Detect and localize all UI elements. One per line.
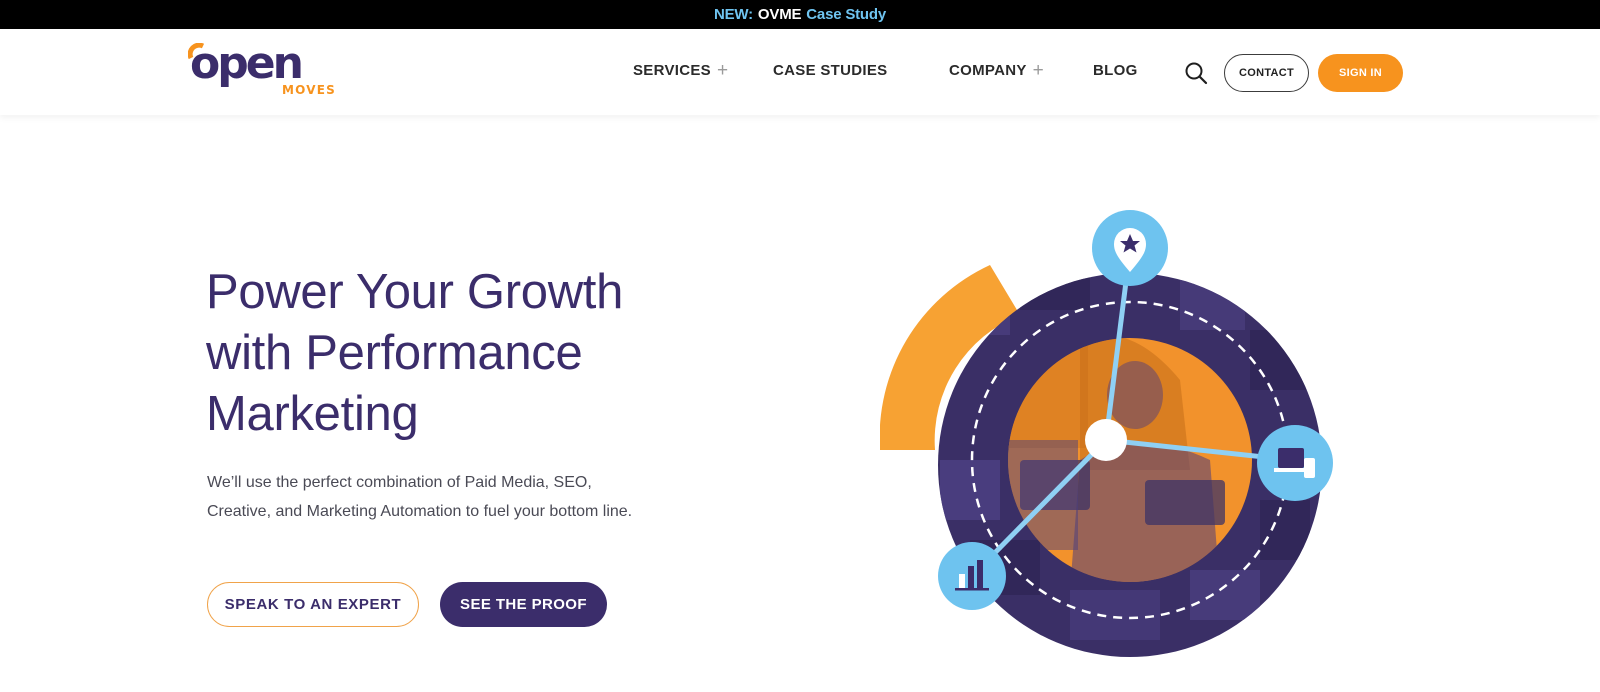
nav-item-label: CASE STUDIES (773, 62, 888, 79)
hero-subtitle-line: Creative, and Marketing Automation to fu… (207, 503, 633, 520)
hero-title-line: with Performance (206, 326, 583, 380)
nav-item-label: COMPANY (949, 62, 1027, 79)
devices-icon (1257, 425, 1333, 501)
plus-icon: + (1032, 60, 1045, 81)
location-star-icon (1092, 210, 1168, 286)
search-button[interactable] (1184, 61, 1208, 85)
center-hub (1085, 419, 1127, 461)
hero-title: Power Your Growth with Performance Marke… (206, 262, 726, 445)
speak-to-expert-button[interactable]: SPEAK TO AN EXPERT (207, 582, 419, 627)
announcement-link-rest: Case Study (806, 6, 886, 23)
logo-sub: MOVES (282, 83, 336, 97)
logo-word: open (190, 38, 304, 89)
nav-item-label: SERVICES (633, 62, 711, 79)
logo[interactable]: open MOVES (188, 38, 350, 99)
plus-icon: + (717, 60, 729, 81)
nav-item-case-studies[interactable]: CASE STUDIES (773, 62, 887, 79)
hero-title-line: Marketing (206, 387, 419, 441)
site-header: open MOVES SERVICES + CASE STUDIES COMPA… (0, 29, 1600, 115)
announcement-tag: NEW: (714, 6, 753, 23)
hero-subtitle: We’ll use the perfect combination of Pai… (207, 468, 677, 526)
search-icon (1185, 62, 1208, 85)
announcement-link-strong: OVME (757, 6, 802, 23)
hero-title-line: Power Your Growth (206, 265, 624, 319)
hero-illustration (880, 210, 1333, 657)
nav-item-company[interactable]: COMPANY + (949, 60, 1045, 81)
bar-chart-icon (938, 542, 1006, 610)
nav-item-label: BLOG (1093, 62, 1138, 79)
nav-item-blog[interactable]: BLOG (1093, 62, 1138, 79)
hero-subtitle-line: We’ll use the perfect combination of Pai… (207, 474, 592, 491)
announcement-bar: NEW: OVME Case Study (0, 0, 1600, 29)
contact-button[interactable]: CONTACT (1224, 54, 1309, 92)
see-the-proof-button[interactable]: SEE THE PROOF (440, 582, 607, 627)
sign-in-button[interactable]: SIGN IN (1318, 54, 1403, 92)
announcement-link[interactable]: OVME Case Study (758, 6, 886, 23)
nav-item-services[interactable]: SERVICES + (633, 60, 729, 81)
